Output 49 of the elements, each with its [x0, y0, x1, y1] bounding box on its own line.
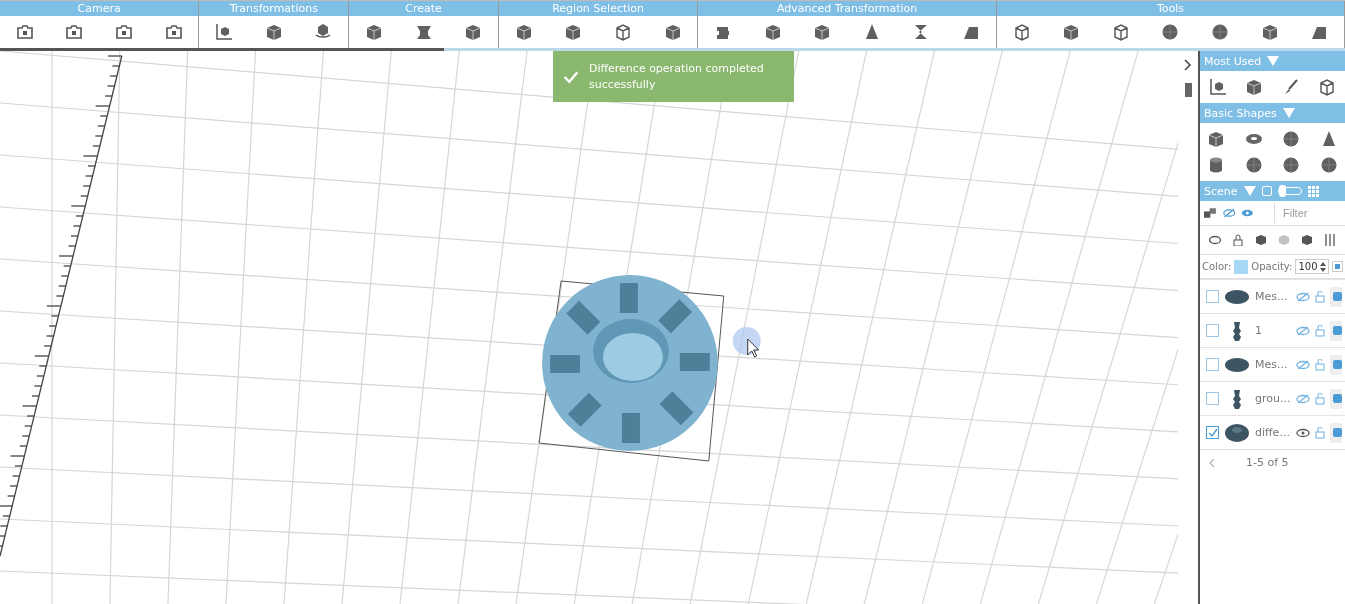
- toolbar-group-title: Advanced Transformation: [698, 1, 996, 16]
- sphere-icon[interactable]: [1319, 155, 1340, 175]
- section-title: Basic Shapes: [1204, 106, 1277, 120]
- color-swatch[interactable]: [1234, 259, 1249, 274]
- item-checkbox[interactable]: [1206, 392, 1219, 405]
- eye-icon[interactable]: [1209, 234, 1222, 246]
- opacity-spinner[interactable]: 100: [1295, 259, 1329, 274]
- section-title: Scene: [1204, 184, 1238, 198]
- material-button[interactable]: [1330, 354, 1342, 375]
- gear-thumbnail: [1224, 421, 1250, 444]
- material-button[interactable]: [1330, 422, 1342, 443]
- collapse-triangle-icon: [1267, 56, 1280, 66]
- eye-icon[interactable]: [1296, 427, 1310, 438]
- cube-icon[interactable]: [1300, 234, 1313, 246]
- item-checkbox[interactable]: [1206, 290, 1219, 303]
- toolbar-group-title: Transformations: [199, 1, 349, 16]
- item-name[interactable]: Mes...: [1255, 290, 1291, 303]
- toolbar-group-title: Camera: [0, 1, 199, 16]
- collapse-triangle-icon: [1282, 108, 1295, 118]
- material-button[interactable]: [1330, 320, 1342, 341]
- collapse-triangle-icon: [1243, 186, 1256, 196]
- item-checkbox[interactable]: [1206, 324, 1219, 337]
- sphere-icon[interactable]: [1281, 155, 1302, 175]
- toolbar-group-title: Tools: [996, 1, 1344, 16]
- item-name[interactable]: Mes...: [1255, 358, 1291, 371]
- material-button[interactable]: [1330, 286, 1342, 307]
- color-label: Color:: [1202, 261, 1232, 272]
- item-name[interactable]: diffe...: [1255, 426, 1291, 439]
- cursor-icon: [747, 338, 760, 358]
- item-name[interactable]: grou...: [1255, 392, 1291, 405]
- toolbar-group-title: Create: [349, 1, 498, 16]
- color-mode-icon[interactable]: [1331, 261, 1343, 272]
- section-title: Most Used: [1204, 54, 1262, 68]
- item-name[interactable]: 1: [1255, 324, 1291, 337]
- opacity-label: Opacity:: [1251, 261, 1293, 272]
- lock-icon[interactable]: [1232, 234, 1245, 246]
- cube-icon[interactable]: [1255, 234, 1268, 246]
- toolbar-group-title: Region Selection: [498, 1, 698, 16]
- item-checkbox[interactable]: [1206, 358, 1219, 371]
- item-checkbox[interactable]: [1206, 426, 1219, 439]
- hidden-eye-icon[interactable]: [1222, 207, 1236, 219]
- sliders-icon[interactable]: [1323, 234, 1336, 246]
- axes-cube-icon[interactable]: [1208, 77, 1229, 97]
- toast-message: Difference operation completed successfully: [588, 60, 765, 93]
- objects-icon[interactable]: [1204, 207, 1217, 219]
- material-button[interactable]: [1330, 388, 1342, 409]
- panel-handle[interactable]: [1184, 83, 1192, 97]
- sphere-icon[interactable]: [1281, 129, 1302, 149]
- pagination-text: 1-5 of 5: [1246, 456, 1289, 469]
